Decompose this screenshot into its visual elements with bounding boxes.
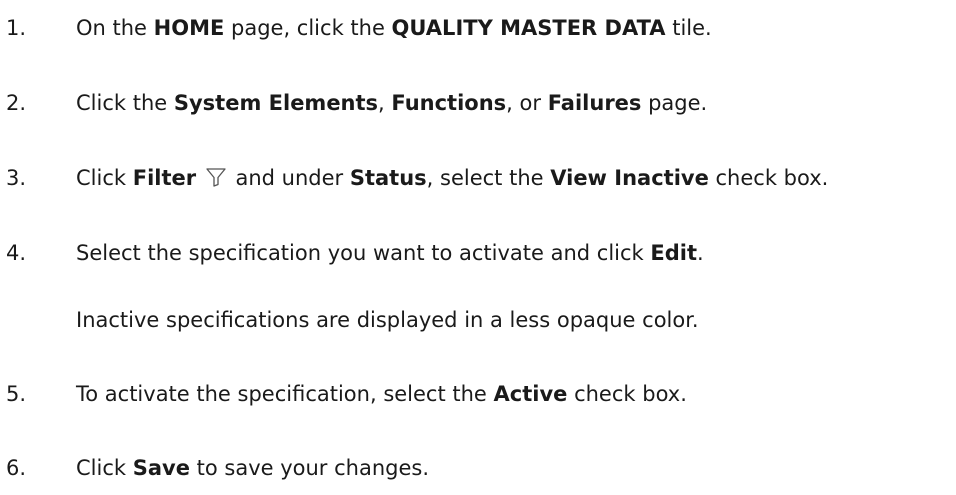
step-5: 5. To activate the specification, select… bbox=[0, 374, 956, 414]
step-number: 1. bbox=[6, 16, 27, 40]
step-1: 1. On the HOME page, click the QUALITY M… bbox=[0, 8, 956, 48]
step-4: 4. Select the specification you want to … bbox=[0, 233, 956, 273]
step-3: 3. Click Filter and under Status, select… bbox=[0, 158, 956, 198]
step-number: 2. bbox=[6, 91, 27, 115]
step-text: Click Filter and under Status, select th… bbox=[76, 158, 828, 201]
step-text: On the HOME page, click the QUALITY MAST… bbox=[76, 16, 712, 40]
step-2: 2. Click the System Elements, Functions,… bbox=[0, 83, 956, 123]
step-4-note: Inactive specifications are displayed in… bbox=[76, 308, 699, 332]
step-number: 3. bbox=[6, 166, 27, 190]
instruction-steps: 1. On the HOME page, click the QUALITY M… bbox=[0, 0, 956, 495]
filter-icon bbox=[205, 161, 227, 201]
step-text: Select the specification you want to act… bbox=[76, 241, 704, 265]
step-6: 6. Click Save to save your changes. bbox=[0, 448, 956, 488]
step-text: Click Save to save your changes. bbox=[76, 456, 430, 480]
step-number: 6. bbox=[6, 456, 27, 480]
step-text: Click the System Elements, Functions, or… bbox=[76, 91, 708, 115]
step-text: To activate the specification, select th… bbox=[76, 382, 687, 406]
step-number: 4. bbox=[6, 241, 27, 265]
step-number: 5. bbox=[6, 382, 27, 406]
